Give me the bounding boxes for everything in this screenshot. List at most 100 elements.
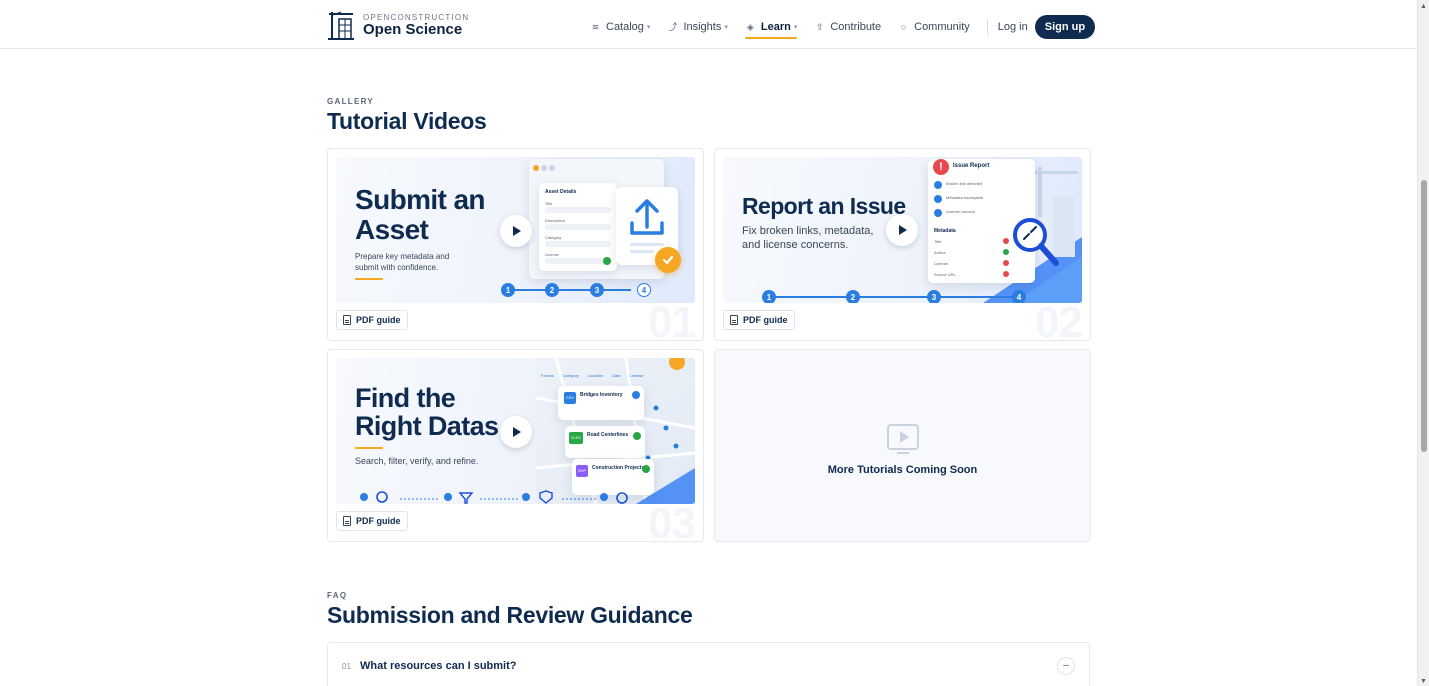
verified-icon [633,432,641,440]
thumb-title: Report an Issue [742,193,906,219]
tutorial-card-submit-asset[interactable]: Submit an Asset Prepare key metadata and… [327,148,704,341]
result-card: XLSX Road Centerlines [565,426,645,458]
window-dot [533,165,539,171]
step-3: 3 [927,290,941,303]
faq-question: What resources can I submit? [360,660,517,672]
chevron-down-icon: ▾ [793,24,798,31]
status-dot [1003,260,1009,266]
thumb-subtitle-line2: submit with confidence. [355,263,439,272]
window-dot [549,165,555,171]
main-nav: ≋ Catalog ▾ ⤴ Insights ▾ ◈ Learn ▾ ⇧ Con… [590,15,1096,39]
status-dot [1003,249,1009,255]
pdf-guide-label: PDF guide [743,315,788,325]
nav-catalog[interactable]: ≋ Catalog ▾ [590,17,651,37]
layers-icon: ≋ [591,21,600,32]
gallery-title: Tutorial Videos [327,108,487,134]
nav-divider [986,19,988,35]
signup-button[interactable]: Sign up [1034,15,1096,39]
nav-learn-label: Learn [760,21,791,33]
nav-community[interactable]: ○ Community [898,17,970,37]
filter-chip: Date [612,373,621,378]
form-field [545,241,611,247]
faq-eyebrow: FAQ [327,591,348,600]
step-1: 1 [762,290,776,303]
alert-icon: ! [933,159,949,175]
file-type-badge: SHP [576,465,588,477]
step-2: 2 [545,283,559,297]
thumb-subtitle-line1: Fix broken links, metadata, [742,225,874,237]
video-thumbnail[interactable]: Submit an Asset Prepare key metadata and… [336,157,695,303]
progress-steps: 1 2 3 4 [762,290,1032,303]
login-link[interactable]: Log in [998,21,1028,33]
scroll-down-arrow-icon[interactable]: ▼ [1420,678,1427,685]
step-4: 4 [1012,290,1026,303]
video-thumbnail[interactable]: Find the Right Datas Search, filter, ver… [336,358,695,504]
form-label: Title [545,201,553,206]
status-dot [1003,238,1009,244]
play-icon [513,226,521,236]
play-button[interactable] [886,214,918,246]
play-button[interactable] [500,215,532,247]
faq-title: Submission and Review Guidance [327,602,693,628]
step-connector [511,289,631,291]
step-1: 1 [501,283,515,297]
nav-learn[interactable]: ◈ Learn ▾ [744,17,798,39]
coming-soon-label: More Tutorials Coming Soon [827,464,978,476]
pdf-guide-button[interactable]: PDF guide [723,310,795,330]
result-card: CSV Bridges Inventory [558,386,644,420]
pdf-guide-button[interactable]: PDF guide [336,310,408,330]
nav-contribute[interactable]: ⇧ Contribute [814,17,881,37]
video-thumbnail[interactable]: Report an Issue Fix broken links, metada… [723,157,1082,303]
scrollbar[interactable]: ▲ ▼ [1417,0,1429,686]
magnifier-broken-link-icon [1010,215,1062,269]
result-name: Road Centerlines [587,432,629,438]
thumb-subtitle: Prepare key metadata and submit with con… [355,251,449,273]
status-dot [1003,271,1009,277]
chevron-down-icon: ▾ [646,24,651,31]
step-2: 2 [846,290,860,303]
metadata-label: Title [934,239,942,244]
file-type-badge: CSV [564,392,576,404]
accent-underline [355,447,383,449]
play-button[interactable] [500,416,532,448]
form-field [545,224,611,230]
result-name: Bridges Inventory [580,392,623,398]
form-label: License [545,252,559,257]
document-icon [343,315,351,325]
scroll-up-arrow-icon[interactable]: ▲ [1420,3,1427,10]
step-3: 3 [590,283,604,297]
filter-chip: Category [562,373,579,378]
faq-item[interactable]: 01 What resources can I submit? – [327,642,1090,686]
thumb-title-line2: Asset [355,214,429,245]
crane-logo-icon [327,9,355,41]
form-field [545,258,611,264]
coming-soon-card: More Tutorials Coming Soon [714,349,1091,542]
form-title: Asset Details [545,189,577,195]
thumb-subtitle: Search, filter, verify, and refine. [355,456,479,466]
filter-chip: License [629,373,644,378]
step-4: 4 [637,283,651,297]
tutorial-card-report-issue[interactable]: Report an Issue Fix broken links, metada… [714,148,1091,341]
nav-insights[interactable]: ⤴ Insights ▾ [667,17,727,37]
issue-item: License concern [946,209,976,214]
document-icon [343,516,351,526]
collapse-toggle-icon[interactable]: – [1057,657,1075,675]
result-name: Construction Projects [592,465,645,471]
metadata-label: Author [934,250,946,255]
nav-insights-label: Insights [683,21,722,33]
tutorial-card-find-dataset[interactable]: Find the Right Datas Search, filter, ver… [327,349,704,542]
check-icon [934,209,942,217]
form-label: Description [545,218,566,223]
video-placeholder-icon [887,424,919,454]
scrollbar-thumb[interactable] [1421,180,1427,452]
thumb-subtitle-line1: Prepare key metadata and [355,252,450,261]
nav-community-label: Community [914,21,970,33]
metadata-heading: Metadata [934,228,956,234]
verified-icon [642,465,650,473]
form-field [545,207,611,213]
pdf-guide-button[interactable]: PDF guide [336,511,408,531]
card-number: 02 [1035,298,1083,341]
user-icon: ○ [900,21,907,32]
filter-chips: Format Category Location Date License [541,373,643,378]
brand-logo-link[interactable]: OPENCONSTRUCTION Open Science [327,9,469,41]
